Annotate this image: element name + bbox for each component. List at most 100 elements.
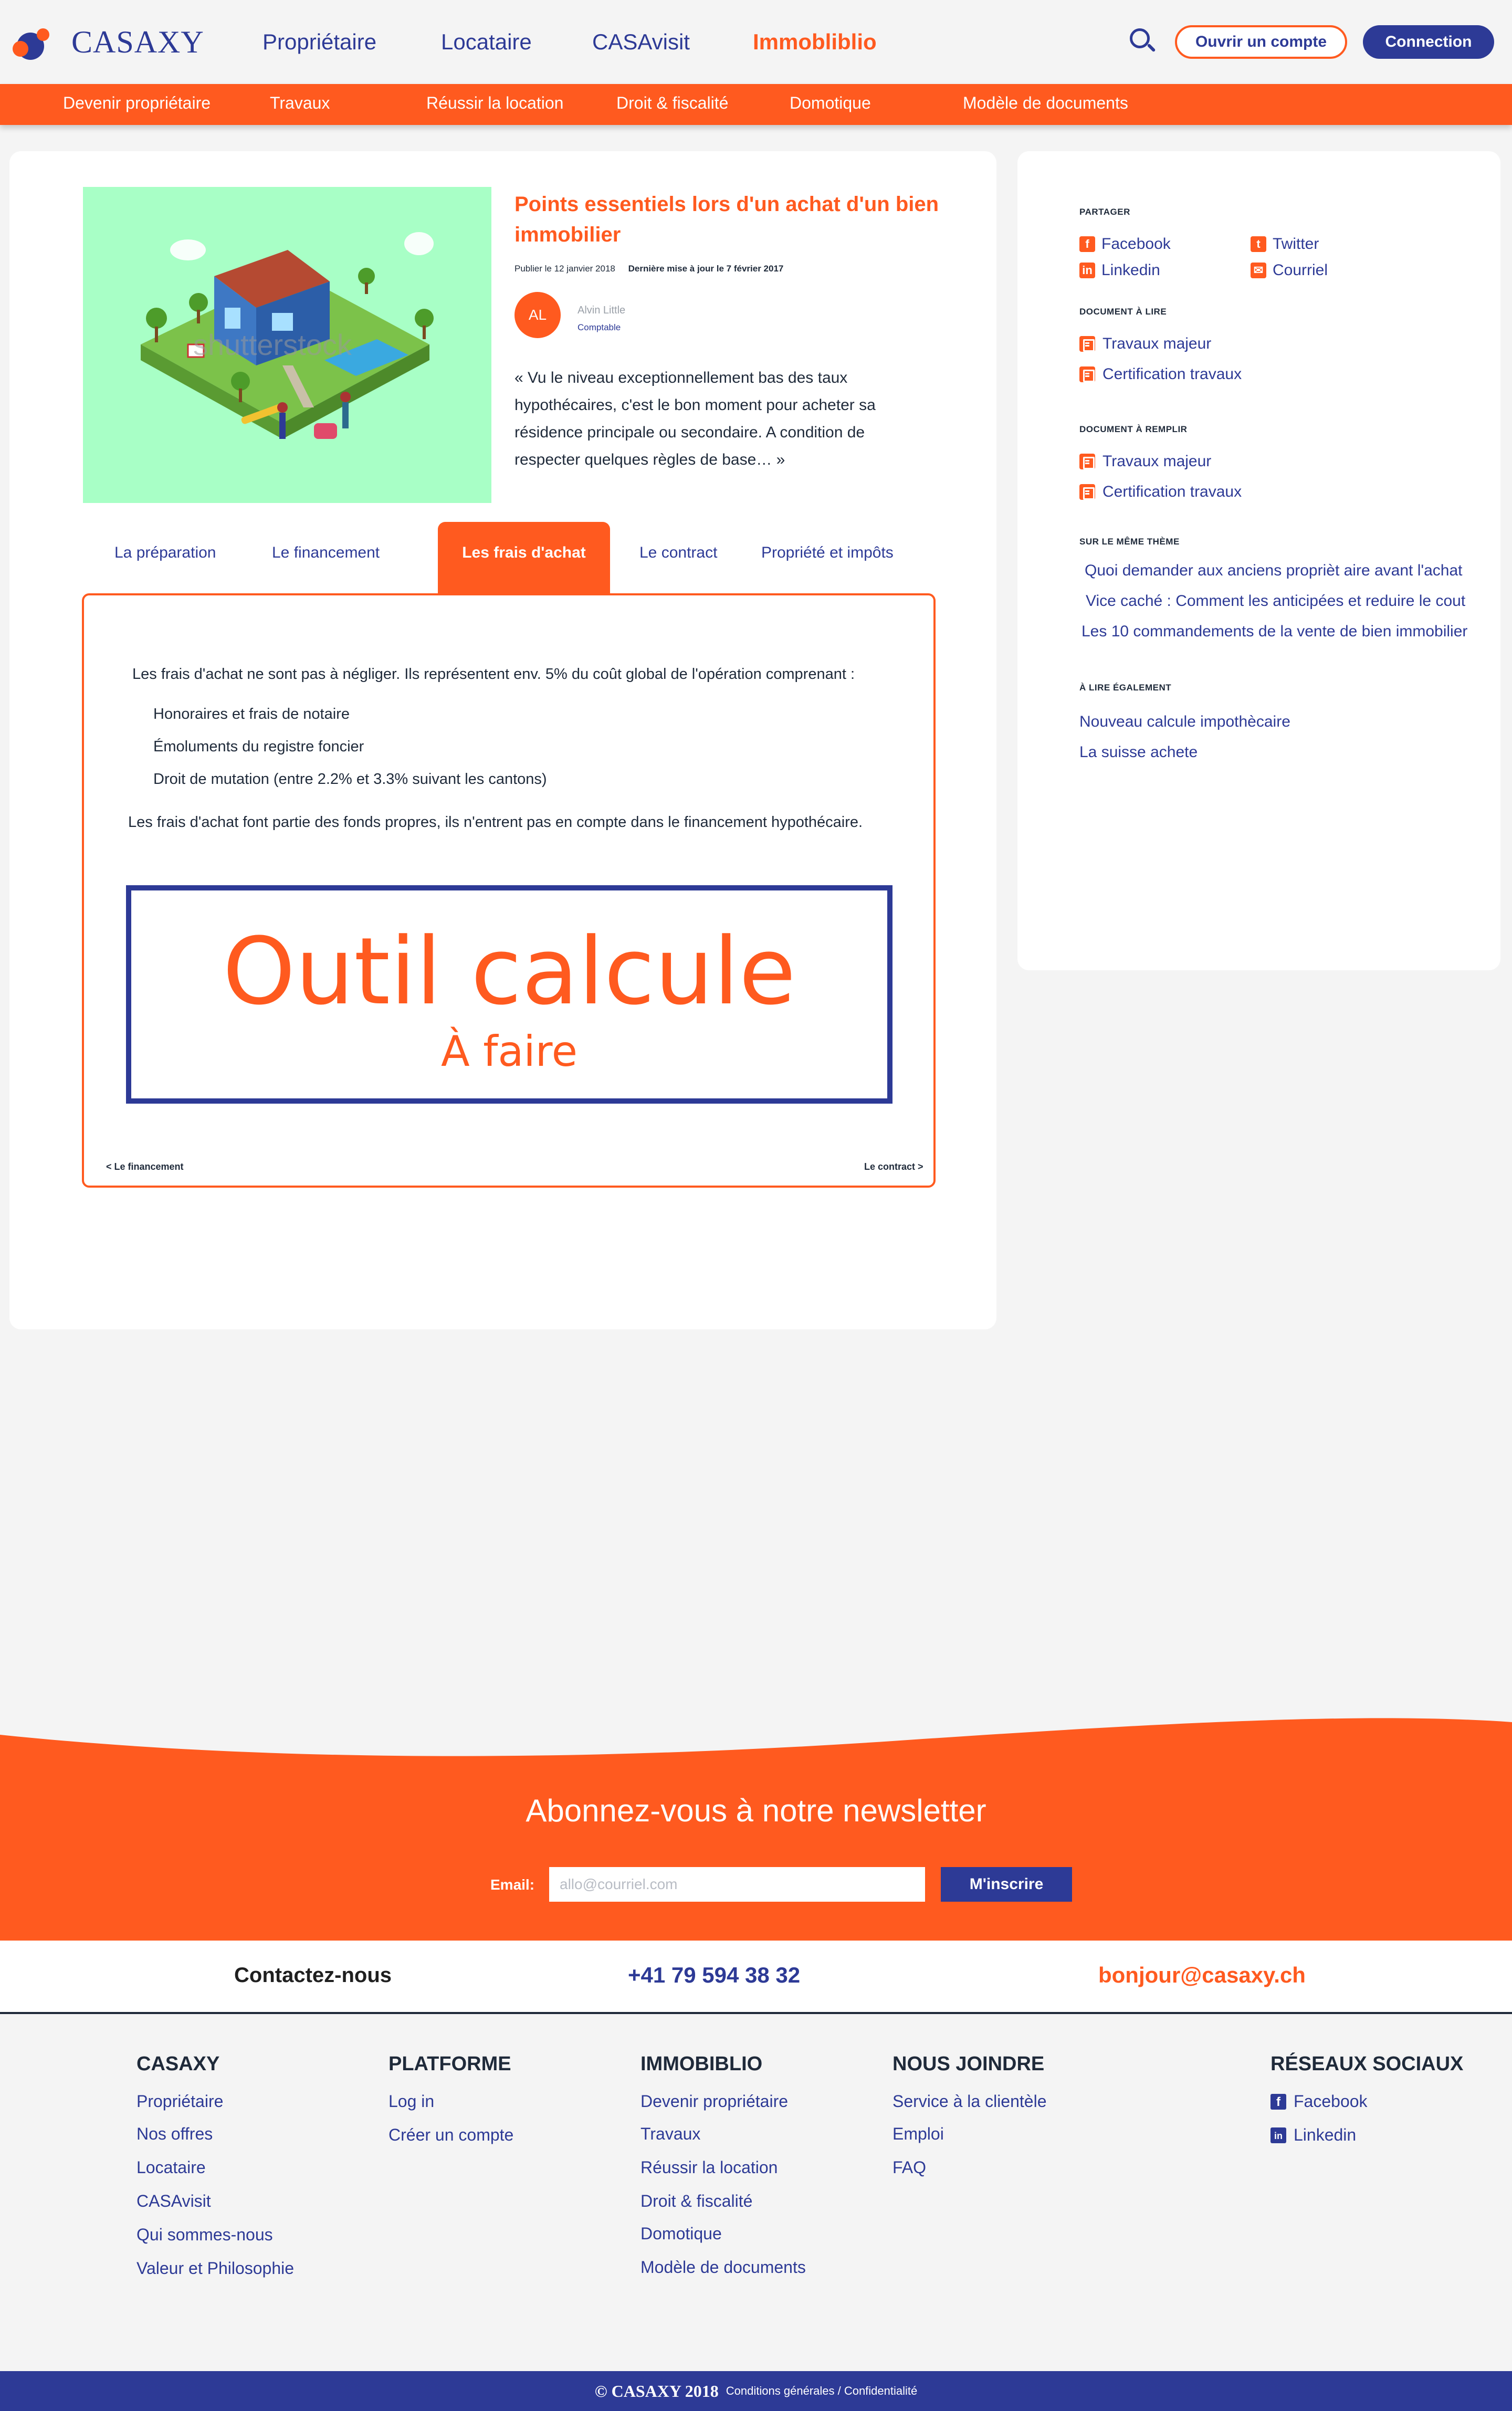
tab-frais-achat[interactable]: Les frais d'achat xyxy=(438,522,610,595)
footer-social-heading: RÉSEAUX SOCIAUX xyxy=(1270,2053,1464,2075)
share-twitter-label: Twitter xyxy=(1273,235,1319,253)
logo-text: CASAXY xyxy=(71,24,204,59)
subscribe-button[interactable]: M'inscrire xyxy=(941,1867,1072,1902)
also-link[interactable]: La suisse achete xyxy=(1079,743,1198,761)
share-email[interactable]: ✉ Courriel xyxy=(1251,261,1328,279)
calculator-subtitle: À faire xyxy=(441,1027,578,1076)
publish-date: Publier le 12 janvier 2018 xyxy=(514,264,615,274)
doc-read-link[interactable]: Travaux majeur xyxy=(1079,335,1211,353)
footer-link[interactable]: CASAvisit xyxy=(136,2192,211,2211)
article-meta: Publier le 12 janvier 2018 Dernière mise… xyxy=(514,264,783,274)
tab-financement[interactable]: Le financement xyxy=(272,544,380,562)
article-excerpt: « Vu le niveau exceptionnellement bas de… xyxy=(514,369,876,468)
author-name[interactable]: Alvin Little xyxy=(578,305,625,317)
footer-link[interactable]: Travaux xyxy=(640,2124,700,2144)
subnav-droit-fiscalite[interactable]: Droit & fiscalité xyxy=(616,93,728,113)
footer-linkedin-link[interactable]: in Linkedin xyxy=(1270,2125,1356,2145)
share-email-label: Courriel xyxy=(1273,261,1328,279)
author-role: Comptable xyxy=(578,322,621,332)
search-icon[interactable] xyxy=(1130,28,1156,56)
facebook-icon: f xyxy=(1079,236,1095,252)
subnav-travaux[interactable]: Travaux xyxy=(270,93,330,113)
linkedin-icon: in xyxy=(1079,263,1095,278)
tab-preparation[interactable]: La préparation xyxy=(114,544,216,562)
footer-link[interactable]: Locataire xyxy=(136,2158,206,2177)
watermark: shutterstock xyxy=(193,328,352,361)
footer-link[interactable]: Propriétaire xyxy=(136,2092,223,2111)
linkedin-icon: in xyxy=(1270,2127,1286,2143)
document-icon xyxy=(1079,336,1095,352)
contact-phone[interactable]: +41 79 594 38 32 xyxy=(628,1963,800,1988)
doc-fill-link[interactable]: Certification travaux xyxy=(1079,483,1242,501)
logo-mark-icon xyxy=(13,23,65,61)
newsletter-title: Abonnez-vous à notre newsletter xyxy=(526,1793,986,1828)
copyright-bar: © CASAXY 2018 Conditions générales / Con… xyxy=(0,2371,1512,2411)
footer-link[interactable]: Devenir propriétaire xyxy=(640,2092,788,2111)
footer-joindre-heading: NOUS JOINDRE xyxy=(892,2053,1045,2075)
subnav-domotique[interactable]: Domotique xyxy=(790,93,871,113)
contact-label: Contactez-nous xyxy=(234,1964,392,1987)
footer-link[interactable]: Droit & fiscalité xyxy=(640,2192,752,2211)
legal-links[interactable]: Conditions générales / Confidentialité xyxy=(726,2384,917,2398)
next-tab-link[interactable]: Le contract > xyxy=(864,1161,923,1172)
panel-intro: Les frais d'achat ne sont pas à négliger… xyxy=(132,666,855,683)
theme-link[interactable]: Vice caché : Comment les anticipées et r… xyxy=(1086,592,1465,610)
update-date: Dernière mise à jour le 7 février 2017 xyxy=(628,264,784,274)
twitter-icon: t xyxy=(1251,236,1266,252)
document-icon xyxy=(1079,366,1095,382)
nav-casavisit[interactable]: CASAvisit xyxy=(592,29,690,55)
nav-locataire[interactable]: Locataire xyxy=(441,29,532,55)
footer-link[interactable]: Log in xyxy=(388,2092,434,2111)
tab-propriete-impots[interactable]: Propriété et impôts xyxy=(761,544,894,562)
theme-link[interactable]: Quoi demander aux anciens proprièt aire … xyxy=(1085,562,1463,580)
share-facebook[interactable]: f Facebook xyxy=(1079,235,1171,253)
also-link[interactable]: Nouveau calcule impothècaire xyxy=(1079,713,1290,731)
share-twitter[interactable]: t Twitter xyxy=(1251,235,1319,253)
sub-navigation: Devenir propriétaire Travaux Réussir la … xyxy=(0,84,1512,125)
footer-platforme-heading: PLATFORME xyxy=(388,2053,511,2075)
copyright: © CASAXY 2018 xyxy=(594,2381,719,2400)
nav-proprietaire[interactable]: Propriétaire xyxy=(262,29,376,55)
theme-link[interactable]: Les 10 commandements de la vente de bien… xyxy=(1082,623,1467,641)
document-icon xyxy=(1079,484,1095,500)
share-heading: PARTAGER xyxy=(1079,207,1130,217)
footer-link[interactable]: FAQ xyxy=(892,2158,926,2177)
footer-link[interactable]: Emploi xyxy=(892,2124,944,2144)
contact-email[interactable]: bonjour@casaxy.ch xyxy=(1098,1963,1306,1988)
footer-link[interactable]: Valeur et Philosophie xyxy=(136,2259,294,2278)
footer-facebook-link[interactable]: f Facebook xyxy=(1270,2092,1368,2111)
author-avatar[interactable]: AL xyxy=(514,292,561,338)
read-heading: DOCUMENT À LIRE xyxy=(1079,307,1167,317)
footer-link[interactable]: Nos offres xyxy=(136,2124,213,2144)
email-label: Email: xyxy=(490,1877,535,1893)
theme-heading: SUR LE MÊME THÈME xyxy=(1079,537,1180,547)
login-button[interactable]: Connection xyxy=(1363,25,1494,59)
open-account-button[interactable]: Ouvrir un compte xyxy=(1175,25,1347,59)
subnav-modele-documents[interactable]: Modèle de documents xyxy=(963,93,1128,113)
footer-link[interactable]: Domotique xyxy=(640,2224,722,2244)
doc-fill-label: Travaux majeur xyxy=(1102,453,1212,470)
subnav-devenir-proprietaire[interactable]: Devenir propriétaire xyxy=(63,93,211,113)
panel-list-item: Émoluments du registre foncier xyxy=(153,738,364,755)
panel-outro: Les frais d'achat font partie des fonds … xyxy=(128,814,863,831)
doc-fill-link[interactable]: Travaux majeur xyxy=(1079,453,1211,470)
prev-tab-link[interactable]: < Le financement xyxy=(106,1161,184,1172)
tab-contract[interactable]: Le contract xyxy=(639,544,717,562)
footer-link[interactable]: Réussir la location xyxy=(640,2158,778,2177)
footer-link[interactable]: Modèle de documents xyxy=(640,2258,806,2277)
nav-immobliblio[interactable]: Immobliblio xyxy=(753,29,877,55)
footer-link[interactable]: Qui sommes-nous xyxy=(136,2225,273,2245)
logo[interactable]: CASAXY xyxy=(13,23,204,61)
footer-link[interactable]: Créer un compte xyxy=(388,2125,513,2145)
share-linkedin-label: Linkedin xyxy=(1101,261,1160,279)
share-linkedin[interactable]: in Linkedin xyxy=(1079,261,1160,279)
document-icon xyxy=(1079,454,1095,469)
subnav-reussir-location[interactable]: Réussir la location xyxy=(426,93,563,113)
fill-heading: DOCUMENT À REMPLIR xyxy=(1079,424,1188,434)
facebook-icon: f xyxy=(1270,2093,1286,2110)
footer-link[interactable]: Service à la clientèle xyxy=(892,2092,1046,2111)
footer-linkedin-label: Linkedin xyxy=(1294,2125,1357,2144)
doc-read-link[interactable]: Certification travaux xyxy=(1079,365,1242,383)
tab-frais-achat-label: Les frais d'achat xyxy=(462,544,586,561)
newsletter-email-input[interactable] xyxy=(549,1867,925,1902)
